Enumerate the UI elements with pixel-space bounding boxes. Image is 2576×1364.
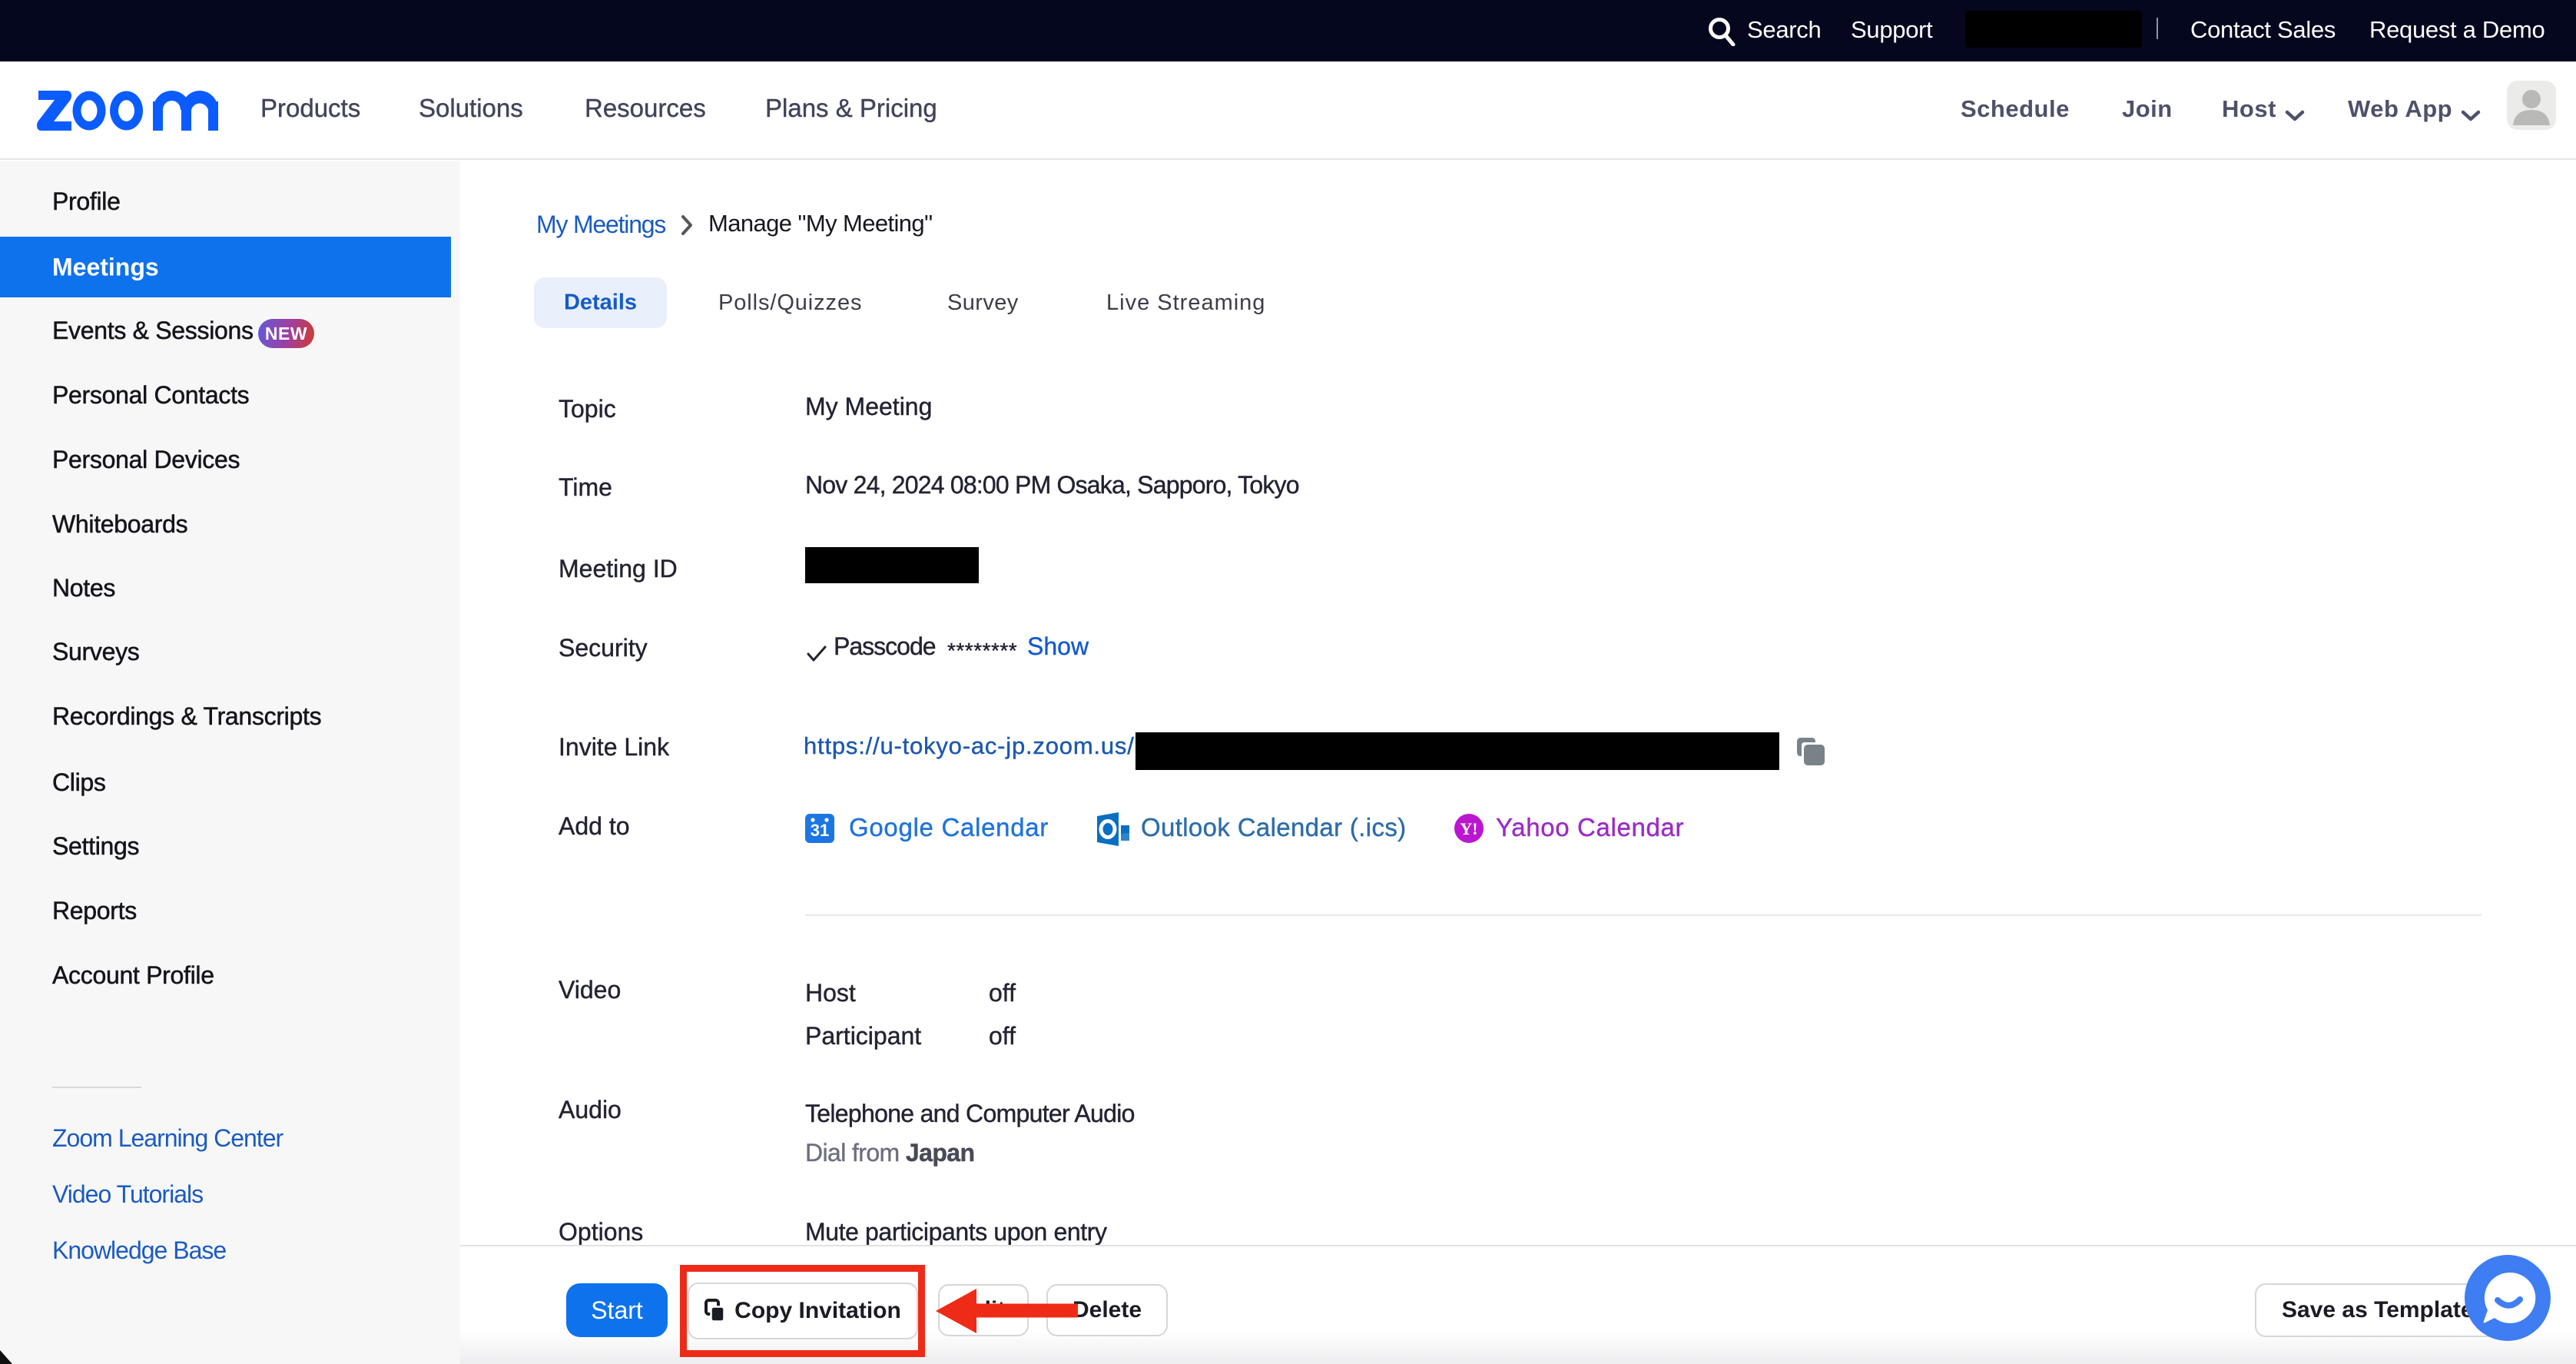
svg-text:31: 31 xyxy=(811,821,829,840)
svg-text:Y!: Y! xyxy=(1460,819,1477,838)
